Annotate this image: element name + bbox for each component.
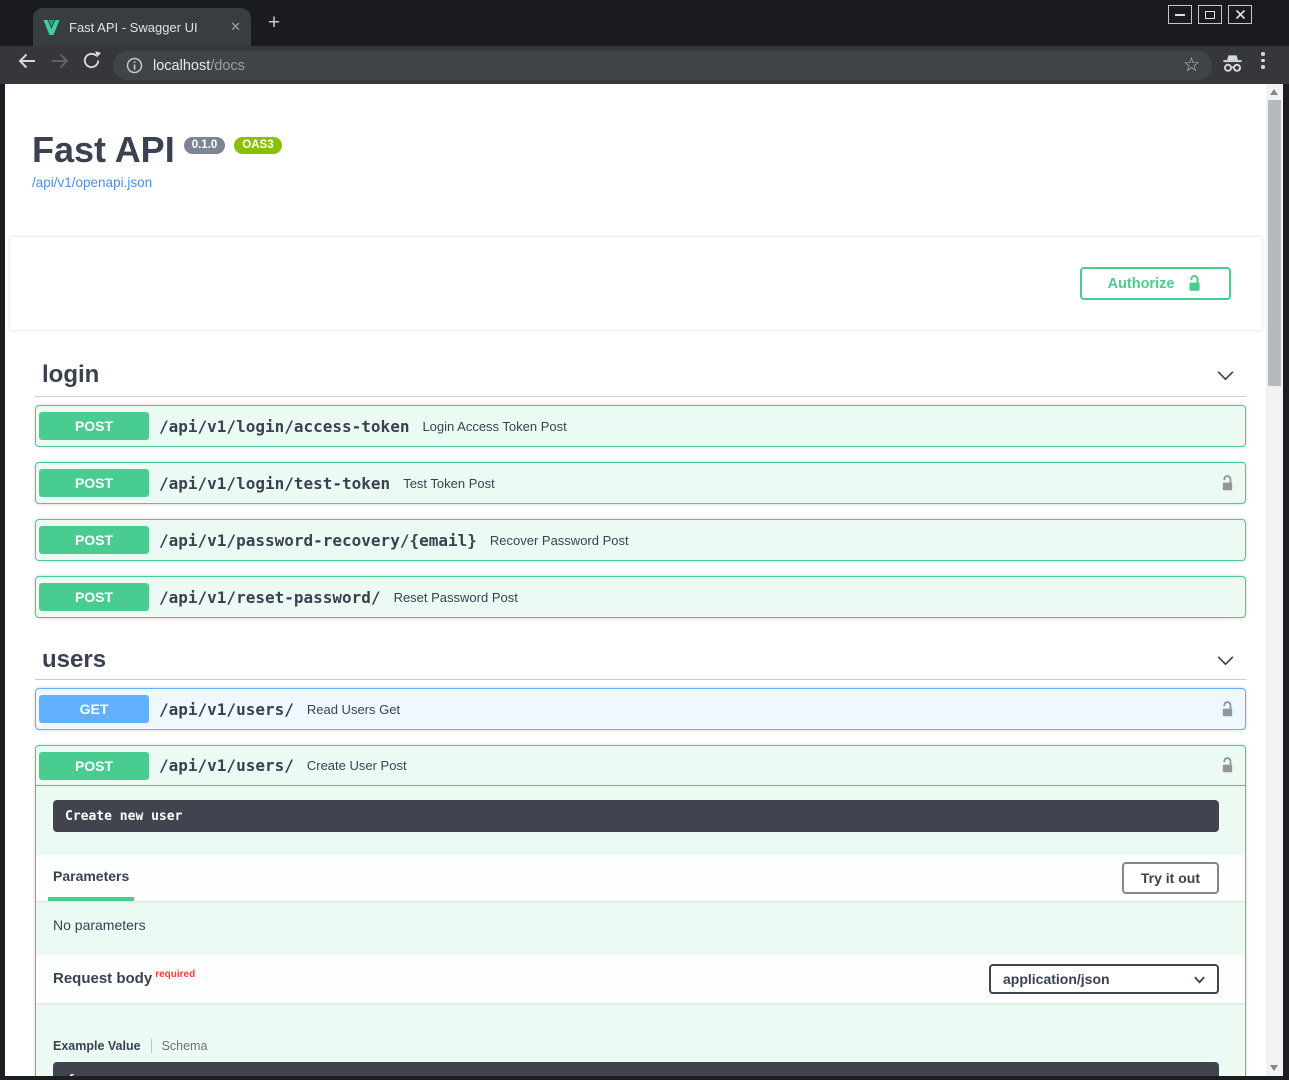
operation-summary[interactable]: GET /api/v1/users/ Read Users Get [36,689,1245,729]
method-badge: POST [39,583,149,611]
operation-path: /api/v1/login/test-token [159,474,390,493]
chevron-down-icon[interactable] [1215,365,1236,386]
unlocked-padlock-icon [1219,756,1236,775]
scrollbar-thumb[interactable] [1268,100,1281,386]
operation-summary-text: Create User Post [307,758,407,773]
operation-row[interactable]: POST /api/v1/password-recovery/{email} R… [35,519,1246,561]
browser-menu-icon[interactable] [1261,52,1265,69]
back-button[interactable] [16,50,38,72]
content-type-select[interactable]: application/json [989,964,1219,994]
operation-row[interactable]: GET /api/v1/users/ Read Users Get [35,688,1246,730]
parameters-header: Parameters Try it out [36,855,1245,901]
operation-summary[interactable]: POST /api/v1/reset-password/ Reset Passw… [36,577,1245,617]
bookmark-star-icon[interactable]: ☆ [1183,56,1200,75]
operation-summary-text: Read Users Get [307,702,400,717]
operation-summary-text: Login Access Token Post [422,419,566,434]
scheme-container: Authorize [10,237,1262,330]
reload-button[interactable] [81,50,102,71]
url-text: localhost/docs [153,58,245,74]
auth-lock-button[interactable] [1219,756,1236,775]
new-tab-button[interactable]: + [262,12,286,36]
example-value-tab[interactable]: Example Value [53,1039,141,1053]
select-chevron-icon [1193,973,1206,986]
method-badge: POST [39,752,149,780]
operation-summary-text: Test Token Post [403,476,495,491]
method-badge: POST [39,526,149,554]
tab-title: Fast API - Swagger UI [69,20,224,35]
operation-path: /api/v1/users/ [159,756,294,775]
tab-close-icon[interactable]: ✕ [230,19,241,35]
page-scrollbar[interactable] [1266,84,1283,1076]
operation-summary-text: Recover Password Post [490,533,629,548]
method-badge: POST [39,412,149,440]
request-body-header: Request bodyrequired application/json [36,955,1245,1003]
authorize-label: Authorize [1108,276,1175,292]
try-it-out-button[interactable]: Try it out [1122,862,1219,894]
parameters-tab[interactable]: Parameters [48,855,134,901]
api-info: Fast API 0.1.0 OAS3 /api/v1/openapi.json [5,84,1266,190]
minimize-icon [1175,14,1185,16]
model-example-tabs: Example Value Schema [53,1039,1245,1053]
operation-row[interactable]: POST /api/v1/login/access-token Login Ac… [35,405,1246,447]
scrollbar-up-arrow[interactable] [1270,89,1278,95]
browser-tabstrip: Fast API - Swagger UI ✕ + [0,0,1289,46]
chevron-down-icon[interactable] [1215,650,1236,671]
page-viewport: Fast API 0.1.0 OAS3 /api/v1/openapi.json A… [5,84,1283,1076]
close-icon [1235,9,1246,20]
openapi-spec-link[interactable]: /api/v1/openapi.json [32,175,152,190]
operation-path: /api/v1/reset-password/ [159,588,381,607]
operation-summary-text: Reset Password Post [394,590,518,605]
unlocked-padlock-icon [1186,274,1203,293]
tag-name-login: login [42,361,99,389]
unlocked-padlock-icon [1219,474,1236,493]
method-badge: POST [39,469,149,497]
content-type-value: application/json [1003,971,1110,987]
no-parameters-text: No parameters [36,901,1245,955]
maximize-button[interactable] [1198,5,1222,24]
operation-summary[interactable]: POST /api/v1/password-recovery/{email} R… [36,520,1245,560]
schema-tab[interactable]: Schema [162,1039,208,1053]
oas3-badge: OAS3 [234,137,281,154]
close-button[interactable] [1228,5,1252,24]
url-path: /docs [210,58,245,74]
browser-tab[interactable]: Fast API - Swagger UI ✕ [33,8,251,46]
tag-header-login[interactable]: login [35,354,1246,397]
operation-row[interactable]: POST /api/v1/reset-password/ Reset Passw… [35,576,1246,618]
tag-name-users: users [42,646,106,674]
operation-summary[interactable]: POST /api/v1/login/test-token Test Token… [36,463,1245,503]
operation-summary[interactable]: POST /api/v1/users/ Create User Post [36,746,1245,786]
operation-path: /api/v1/users/ [159,700,294,719]
operation-path: /api/v1/login/access-token [159,417,409,436]
maximize-icon [1205,11,1215,19]
example-code-block: { [53,1062,1219,1076]
tab-separator [151,1039,152,1053]
operation-row[interactable]: POST /api/v1/login/test-token Test Token… [35,462,1246,504]
fastapi-favicon-icon [43,19,60,36]
url-host: localhost [153,58,210,74]
operation-row-expanded: POST /api/v1/users/ Create User Post Cre… [35,745,1246,1076]
method-badge: GET [39,695,149,723]
forward-button[interactable] [49,50,71,72]
operation-body: Create new user Parameters Try it out No… [36,800,1245,1076]
scrollbar-down-arrow[interactable] [1270,1065,1278,1071]
site-info-icon[interactable] [126,57,143,74]
tag-header-users[interactable]: users [35,641,1246,680]
operation-path: /api/v1/password-recovery/{email} [159,531,477,550]
operation-description: Create new user [53,800,1219,832]
required-label: required [155,969,195,980]
authorize-button[interactable]: Authorize [1080,267,1231,300]
incognito-icon[interactable] [1221,53,1244,74]
minimize-button[interactable] [1168,5,1192,24]
auth-lock-button[interactable] [1219,474,1236,493]
operation-summary[interactable]: POST /api/v1/login/access-token Login Ac… [36,406,1245,446]
request-body-label: Request body [53,970,152,987]
auth-lock-button[interactable] [1219,700,1236,719]
version-badge: 0.1.0 [184,137,226,154]
page-title: Fast API [32,129,175,171]
unlocked-padlock-icon [1219,700,1236,719]
swagger-page: Fast API 0.1.0 OAS3 /api/v1/openapi.json A… [5,84,1266,1076]
address-bar[interactable]: localhost/docs ☆ [113,51,1212,80]
